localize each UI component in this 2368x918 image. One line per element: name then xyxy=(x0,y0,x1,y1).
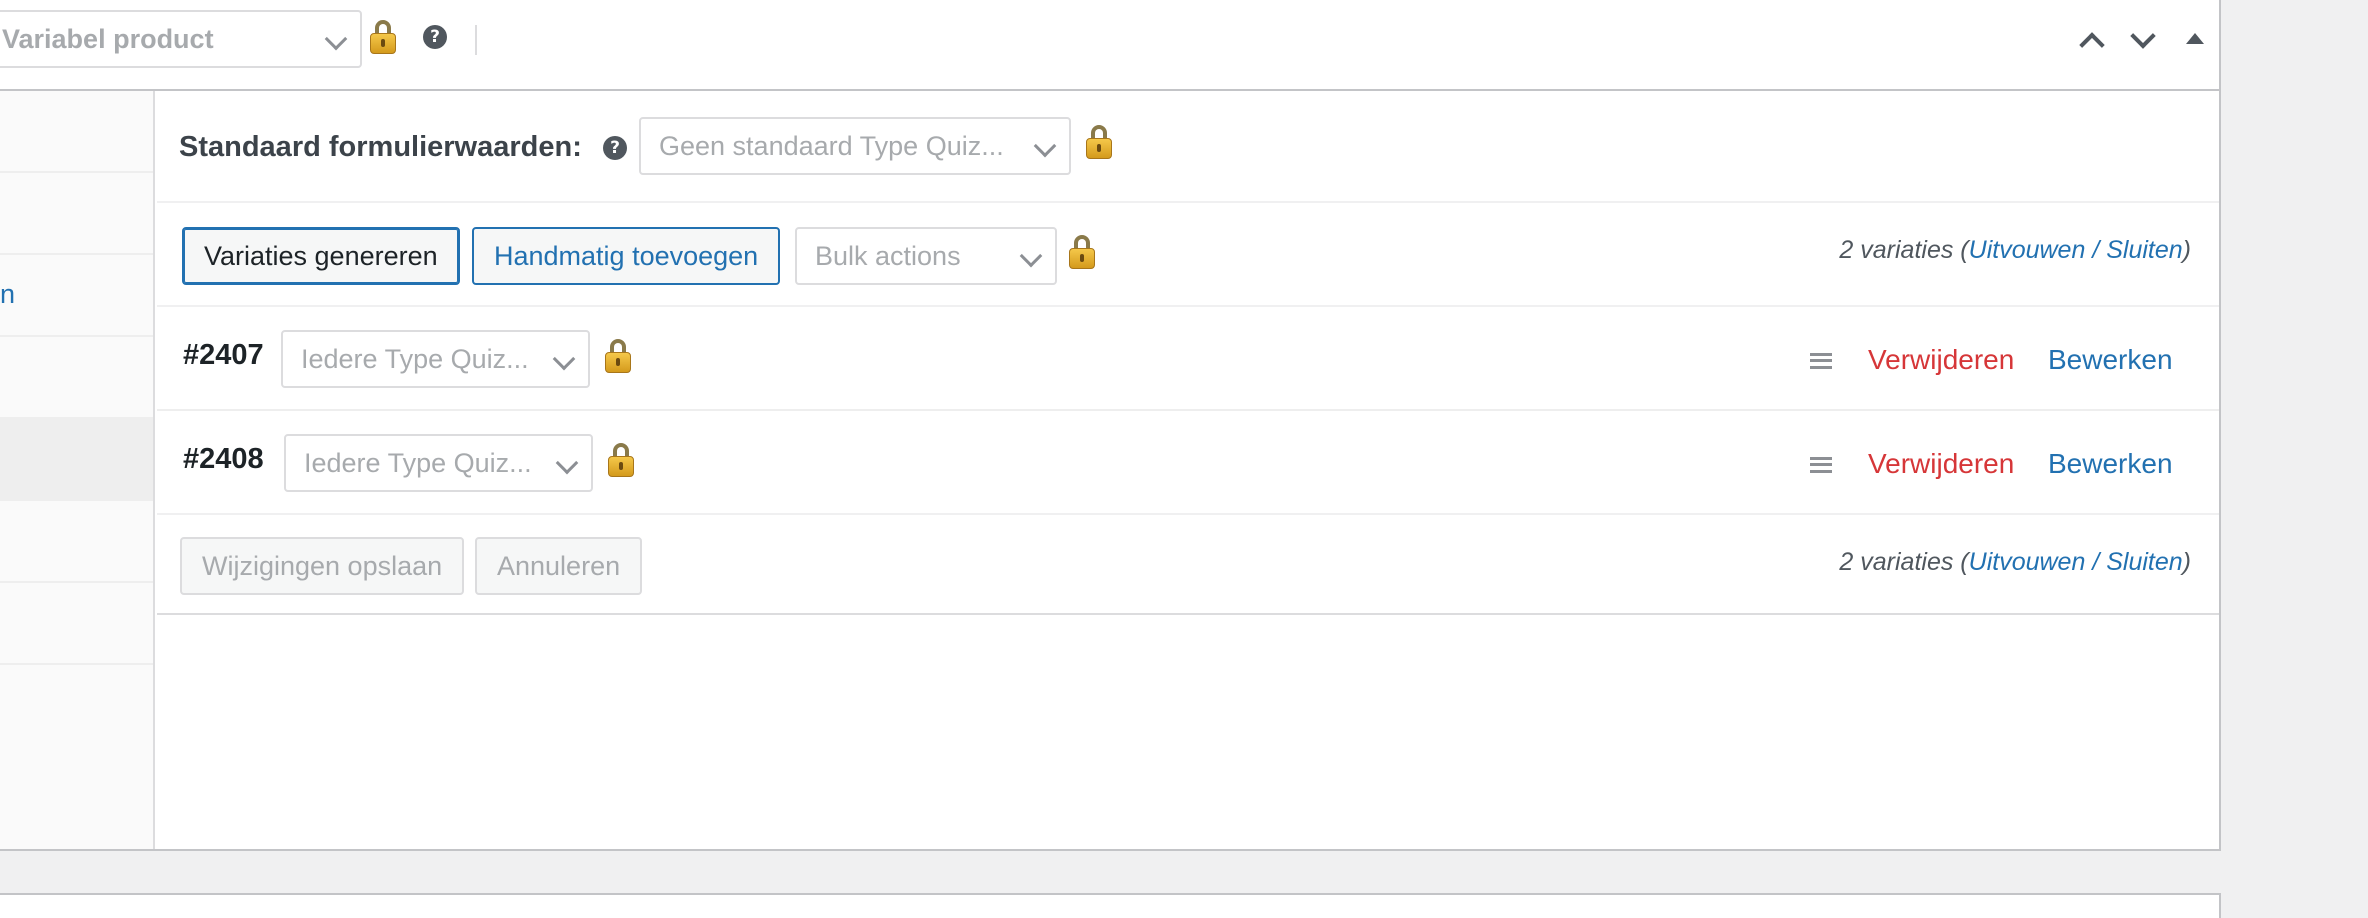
close-link[interactable]: Sluiten xyxy=(2106,548,2182,576)
edit-variation-link[interactable]: Bewerken xyxy=(2048,344,2173,376)
variation-row: #2408 Iedere Type Quiz... Verwijderen Be… xyxy=(157,411,2219,515)
product-data-tabs: n xyxy=(0,91,155,849)
chevron-down-icon xyxy=(552,347,576,371)
product-data-panel: Variabel product ? n Standaard formulier… xyxy=(0,0,2221,851)
product-type-select[interactable]: Variabel product xyxy=(0,10,362,68)
padlock-icon xyxy=(370,20,396,54)
question-circle-icon[interactable]: ? xyxy=(603,136,627,160)
bulk-actions-select[interactable]: Bulk actions xyxy=(795,227,1057,285)
chevron-down-icon xyxy=(324,27,348,51)
variation-id: #2408 xyxy=(183,443,264,475)
padlock-icon xyxy=(608,443,634,477)
generate-variations-button[interactable]: Variaties genereren xyxy=(182,227,460,285)
variations-count: 2 variaties (Uitvouwen / Sluiten) xyxy=(1839,236,2191,264)
save-changes-button[interactable]: Wijzigingen opslaan xyxy=(180,537,465,595)
chevron-down-icon xyxy=(1033,134,1057,158)
cancel-button[interactable]: Annuleren xyxy=(475,537,643,595)
sidebar-item[interactable] xyxy=(0,501,153,583)
variations-footer: Wijzigingen opslaan Annuleren 2 variatie… xyxy=(157,515,2219,615)
variation-id: #2407 xyxy=(183,339,264,371)
delete-variation-link[interactable]: Verwijderen xyxy=(1868,344,2014,376)
edit-variation-link[interactable]: Bewerken xyxy=(2048,448,2173,480)
close-link[interactable]: Sluiten xyxy=(2106,236,2182,264)
variation-attribute-select[interactable]: Iedere Type Quiz... xyxy=(281,330,590,388)
sidebar-item[interactable] xyxy=(0,91,153,173)
drag-handle-icon[interactable] xyxy=(1810,457,1832,473)
variation-row: #2407 Iedere Type Quiz... Verwijderen Be… xyxy=(157,307,2219,411)
header-divider xyxy=(475,25,477,55)
padlock-icon xyxy=(605,339,631,373)
chevron-up-icon[interactable] xyxy=(2079,32,2105,58)
next-panel xyxy=(0,893,2221,918)
chevron-down-icon xyxy=(1019,244,1043,268)
sidebar-item[interactable]: n xyxy=(0,255,153,337)
chevron-down-icon[interactable] xyxy=(2130,23,2156,49)
question-circle-icon[interactable]: ? xyxy=(423,25,447,49)
sidebar-item-variations[interactable] xyxy=(0,419,153,501)
variations-count: 2 variaties (Uitvouwen / Sluiten) xyxy=(1839,548,2191,576)
variations-toolbar: Variaties genereren Handmatig toevoegen … xyxy=(157,203,2219,307)
sidebar-item[interactable] xyxy=(0,173,153,255)
default-form-values-row: Standaard formulierwaarden: ? Geen stand… xyxy=(157,93,2219,203)
drag-handle-icon[interactable] xyxy=(1810,353,1832,369)
sidebar-item[interactable] xyxy=(0,583,153,665)
triangle-up-icon[interactable] xyxy=(2186,33,2204,44)
padlock-icon xyxy=(1086,125,1112,159)
panel-header: Variabel product ? xyxy=(0,0,2219,91)
product-type-value: Variabel product xyxy=(2,24,214,54)
variation-attribute-select[interactable]: Iedere Type Quiz... xyxy=(284,434,593,492)
default-form-values-label: Standaard formulierwaarden: xyxy=(179,131,582,163)
chevron-down-icon xyxy=(555,451,579,475)
sidebar-item[interactable] xyxy=(0,337,153,419)
padlock-icon xyxy=(1069,235,1095,269)
add-manually-button[interactable]: Handmatig toevoegen xyxy=(472,227,781,285)
delete-variation-link[interactable]: Verwijderen xyxy=(1868,448,2014,480)
expand-link[interactable]: Uitvouwen xyxy=(1969,236,2086,264)
expand-link[interactable]: Uitvouwen xyxy=(1969,548,2086,576)
default-type-quiz-select[interactable]: Geen standaard Type Quiz... xyxy=(639,117,1071,175)
